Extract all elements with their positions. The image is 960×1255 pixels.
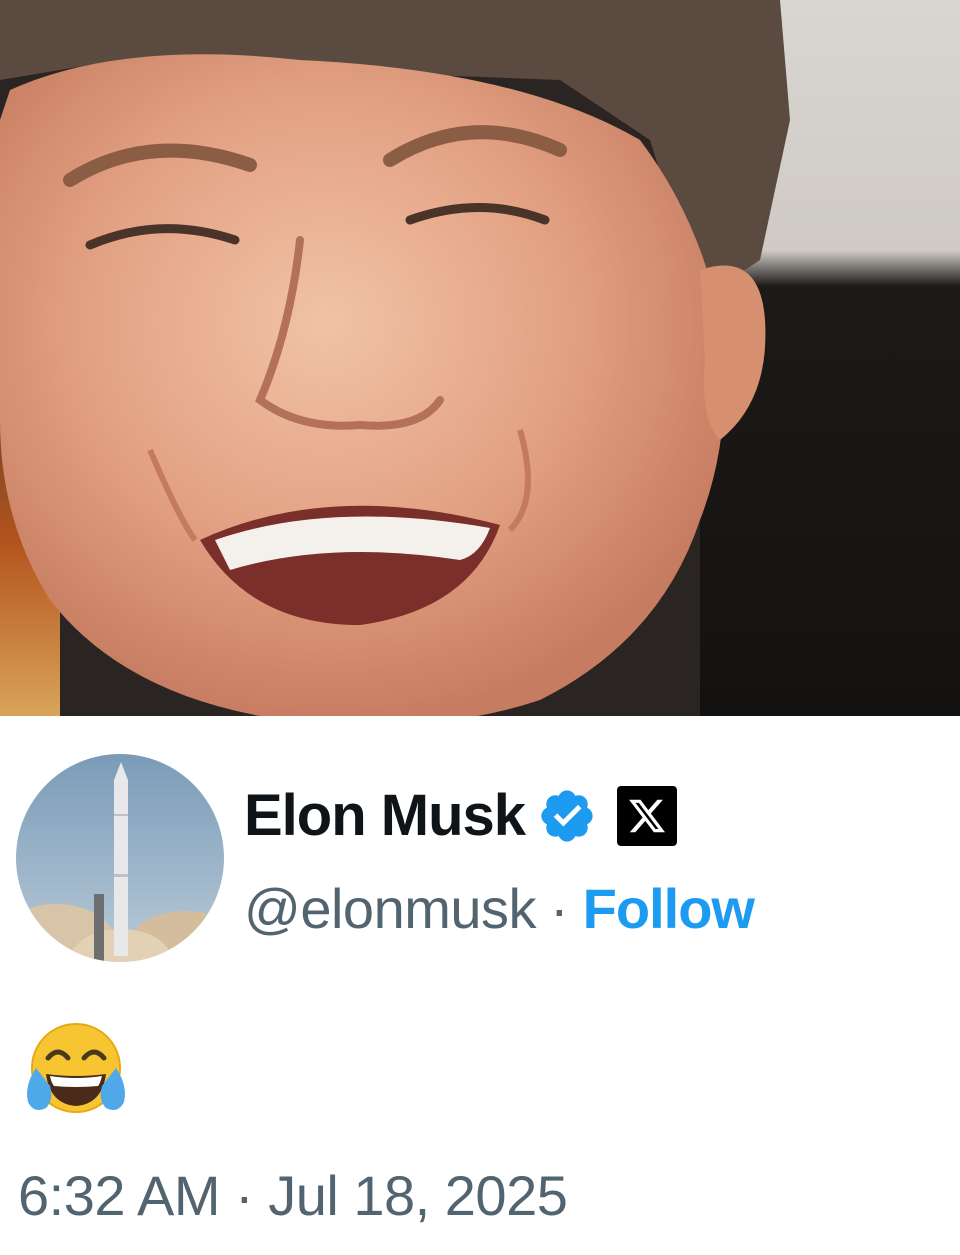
follow-button[interactable]: Follow bbox=[583, 881, 755, 937]
photo-illustration bbox=[0, 0, 960, 716]
author-name-row: Elon Musk bbox=[244, 780, 678, 852]
separator-dot: · bbox=[550, 877, 569, 940]
tweet-photo bbox=[0, 0, 960, 716]
face-with-tears-of-joy-icon bbox=[27, 1023, 125, 1113]
rocket-launch-avatar-icon bbox=[16, 754, 224, 962]
tweet-card: Elon Musk @elonmusk · Follow 6:32 AM · J… bbox=[0, 716, 960, 1255]
tweet-timestamp[interactable]: 6:32 AM · Jul 18, 2025 bbox=[18, 1168, 568, 1224]
verified-badge-icon bbox=[541, 790, 593, 842]
profile-avatar[interactable] bbox=[16, 754, 224, 962]
author-display-name[interactable]: Elon Musk bbox=[244, 787, 526, 845]
author-handle-row: @elonmusk · Follow bbox=[244, 874, 755, 944]
screenshot-frame: Elon Musk @elonmusk · Follow 6:32 AM · J… bbox=[0, 0, 960, 1255]
author-handle[interactable]: @elonmusk bbox=[244, 881, 537, 937]
x-logo-icon bbox=[617, 786, 678, 846]
